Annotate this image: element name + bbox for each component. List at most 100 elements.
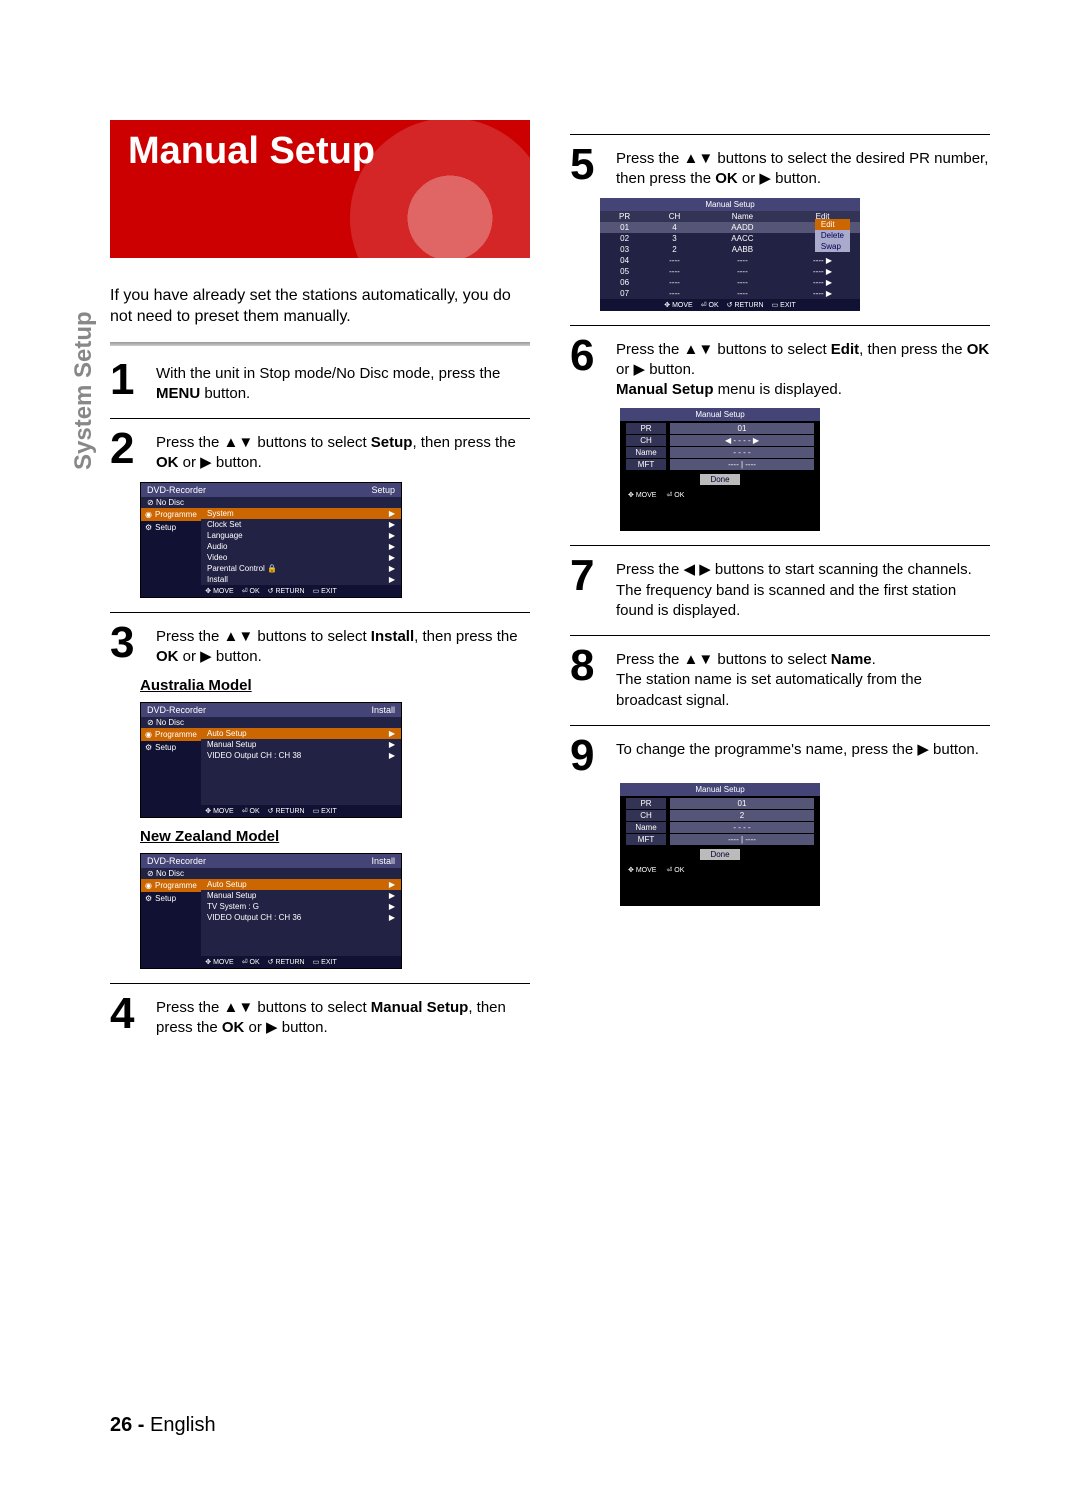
step-bold: Manual Setup <box>616 381 714 398</box>
form-value[interactable]: - - - - <box>670 447 814 458</box>
form-label: CH <box>626 435 666 446</box>
step-text: or ▶ button. <box>244 1019 327 1036</box>
osd-hint-ok: ⏎ OK <box>666 491 684 499</box>
form-value[interactable]: - - - - <box>670 822 814 833</box>
page-footer: 26 - English <box>110 1414 216 1437</box>
osd-row[interactable]: Auto Setup▶ <box>201 879 401 890</box>
step-number: 7 <box>570 556 606 621</box>
table-row[interactable]: 05------------ ▶ <box>600 266 860 277</box>
step-5: 5 Press the ▲▼ buttons to select the des… <box>570 145 990 190</box>
step-text: or ▶ button. <box>179 454 262 471</box>
osd-side-programme[interactable]: ◉Programme <box>141 508 201 521</box>
page-lang: English <box>150 1414 216 1436</box>
table-header: PR <box>600 211 649 222</box>
step-number: 5 <box>570 145 606 190</box>
osd-row[interactable]: Manual Setup▶ <box>201 890 401 901</box>
osd-hint-return: ↺ RETURN <box>268 587 305 595</box>
step-text: or ▶ button. <box>179 648 262 665</box>
osd-title: DVD-Recorder <box>147 856 206 866</box>
osd-side-programme[interactable]: ◉Programme <box>141 728 201 741</box>
form-label: MFT <box>626 459 666 470</box>
osd-hint-move: ✥ MOVE <box>664 301 692 309</box>
popup-item-delete[interactable]: Delete <box>815 230 850 241</box>
step-text: Press the ▲▼ buttons to select <box>156 628 371 645</box>
page-title-box: Manual Setup <box>110 120 530 258</box>
subhead-australia: Australia Model <box>140 677 530 694</box>
step-4: 4 Press the ▲▼ buttons to select Manual … <box>110 994 530 1039</box>
step-text: With the unit in Stop mode/No Disc mode,… <box>156 365 500 382</box>
osd-row[interactable]: System▶ <box>201 508 401 519</box>
left-column: Manual Setup If you have already set the… <box>110 120 530 1047</box>
step-bold: Manual Setup <box>371 999 469 1016</box>
step-2: 2 Press the ▲▼ buttons to select Setup, … <box>110 429 530 474</box>
osd-hint-ok: ⏎ OK <box>242 958 260 966</box>
form-value[interactable]: ◀ - - - - ▶ <box>670 435 814 446</box>
osd-hint-ok: ⏎ OK <box>242 587 260 595</box>
form-label: CH <box>626 810 666 821</box>
osd-row[interactable]: Parental Control 🔒▶ <box>201 563 401 574</box>
form-value[interactable]: ---- | ---- <box>670 459 814 470</box>
step-bold: Install <box>371 628 414 645</box>
step-bold: OK <box>156 454 179 471</box>
form-value[interactable]: 01 <box>670 798 814 809</box>
form-value[interactable]: 2 <box>670 810 814 821</box>
step-number: 3 <box>110 623 146 668</box>
done-button[interactable]: Done <box>700 849 740 860</box>
osd-hint-move: ✥ MOVE <box>205 807 233 815</box>
separator <box>110 418 530 419</box>
step-number: 4 <box>110 994 146 1039</box>
osd-row[interactable]: TV System : G▶ <box>201 901 401 912</box>
osd-row[interactable]: Auto Setup▶ <box>201 728 401 739</box>
osd-row[interactable]: Audio▶ <box>201 541 401 552</box>
osd-row[interactable]: Install▶ <box>201 574 401 585</box>
osd-manual-table: Manual Setup PR CH Name Edit 014AADD----… <box>600 198 860 311</box>
popup-item-swap[interactable]: Swap <box>815 241 850 252</box>
step-number: 1 <box>110 360 146 405</box>
osd-hint-move: ✥ MOVE <box>205 958 233 966</box>
form-value[interactable]: 01 <box>670 423 814 434</box>
osd-row[interactable]: Video▶ <box>201 552 401 563</box>
osd-row[interactable]: Manual Setup▶ <box>201 739 401 750</box>
step-8: 8 Press the ▲▼ buttons to select Name. T… <box>570 646 990 711</box>
table-row[interactable]: 04------------ ▶ <box>600 255 860 266</box>
osd-title: DVD-Recorder <box>147 485 206 495</box>
subhead-nz: New Zealand Model <box>140 828 530 845</box>
osd-hint-ok: ⏎ OK <box>242 807 260 815</box>
step-text: Press the ▲▼ buttons to select <box>156 434 371 451</box>
osd-hint-return: ↺ RETURN <box>268 807 305 815</box>
step-text: Press the ▲▼ buttons to select <box>156 999 371 1016</box>
osd-popup: Edit Delete Swap <box>815 219 850 252</box>
osd-row[interactable]: VIDEO Output CH : CH 38▶ <box>201 750 401 761</box>
osd-title: DVD-Recorder <box>147 705 206 715</box>
form-value[interactable]: ---- | ---- <box>670 834 814 845</box>
done-button[interactable]: Done <box>700 474 740 485</box>
osd-hint-move: ✥ MOVE <box>628 491 656 499</box>
step-text: button. <box>200 385 250 402</box>
osd-row[interactable]: Language▶ <box>201 530 401 541</box>
osd-row[interactable]: VIDEO Output CH : CH 36▶ <box>201 912 401 923</box>
osd-install-aus: DVD-Recorder Install ⊘ No Disc ◉Programm… <box>140 702 402 818</box>
step-text: The frequency band is scanned and the fi… <box>616 582 956 619</box>
step-text: Press the ▲▼ buttons to select <box>616 341 831 358</box>
step-bold: Name <box>831 651 872 668</box>
osd-hint-exit: ▭ EXIT <box>313 807 337 815</box>
osd-nodisc: No Disc <box>156 718 184 727</box>
osd-side-setup[interactable]: ⚙Setup <box>141 521 201 534</box>
table-row[interactable]: 06------------ ▶ <box>600 277 860 288</box>
form-label: MFT <box>626 834 666 845</box>
table-row[interactable]: 07------------ ▶ <box>600 288 860 299</box>
osd-row[interactable]: Clock Set▶ <box>201 519 401 530</box>
separator <box>570 325 990 326</box>
osd-side-programme[interactable]: ◉Programme <box>141 879 201 892</box>
page-title: Manual Setup <box>128 130 375 173</box>
step-7: 7 Press the ◀ ▶ buttons to start scannin… <box>570 556 990 621</box>
popup-item-edit[interactable]: Edit <box>815 219 850 230</box>
osd-nodisc: No Disc <box>156 869 184 878</box>
table-header: CH <box>649 211 700 222</box>
osd-hint-exit: ▭ EXIT <box>313 958 337 966</box>
separator <box>110 612 530 613</box>
osd-side-setup[interactable]: ⚙Setup <box>141 741 201 754</box>
table-header: Name <box>700 211 785 222</box>
step-9: 9 To change the programme's name, press … <box>570 736 990 776</box>
osd-side-setup[interactable]: ⚙Setup <box>141 892 201 905</box>
